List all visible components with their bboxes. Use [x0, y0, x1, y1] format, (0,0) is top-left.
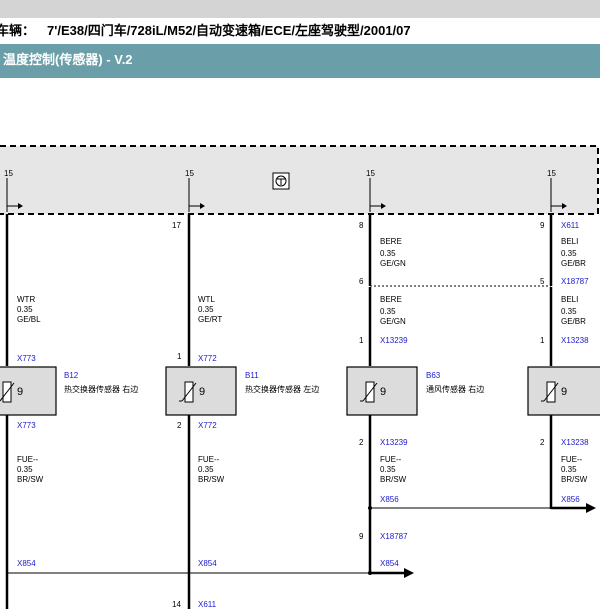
connector-label: X13239 [380, 438, 408, 447]
sensor-id: B11 [245, 371, 259, 380]
wiring-diagram: 15 15 15 15 WTR 0.35 GE/BL X773 9 B12 热交… [0, 145, 600, 609]
connector-label: X18787 [380, 532, 408, 541]
arrow-right-icon [586, 503, 596, 513]
connector-label: X772 [198, 354, 217, 363]
sensor-desc: 热交换器传感器 右边 [64, 384, 138, 394]
connector-label: X772 [198, 421, 217, 430]
arrow-right-icon [404, 568, 414, 578]
connector-label: X854 [17, 559, 36, 568]
pin-number: 2 [359, 438, 364, 447]
connector-label: X611 [198, 600, 217, 609]
wire-color: BR/SW [17, 475, 44, 484]
wire-size: 0.35 [561, 249, 577, 258]
wire-size: 0.35 [17, 305, 33, 314]
pin-label: 15 [185, 169, 194, 178]
connector-label: X854 [380, 559, 399, 568]
wire-size: 0.35 [561, 465, 577, 474]
pin-number: 9 [359, 532, 364, 541]
wire-color: BR/SW [380, 475, 407, 484]
connector-label: X13238 [561, 438, 589, 447]
connector-label: X773 [17, 421, 36, 430]
wire-name: FUE-- [561, 455, 583, 464]
wire-color: BR/SW [198, 475, 225, 484]
wire-name: BELI [561, 237, 578, 246]
wire-size: 0.35 [561, 307, 577, 316]
pin-number: 9 [540, 221, 545, 230]
sensor-id: B63 [426, 371, 441, 380]
wire-color: GE/RT [198, 315, 222, 324]
column-b64: 9 X611 BELI 0.35 GE/BR X18787 5 BELI 0.3… [527, 214, 600, 513]
wire-name: FUE-- [198, 455, 220, 464]
connector-label: X856 [380, 495, 399, 504]
connector-label: X856 [561, 495, 580, 504]
sensor-symbol: 9 [380, 386, 386, 398]
wire-name: FUE-- [380, 455, 402, 464]
pin-number: 1 [359, 336, 364, 345]
pin-number: 8 [359, 221, 364, 230]
wire-size: 0.35 [198, 305, 214, 314]
pin-number: 2 [540, 438, 545, 447]
wire-name: WTR [17, 295, 35, 304]
sensor-desc: 热交换器传感器 左边 [245, 384, 319, 394]
wire-color: GE/BL [17, 315, 41, 324]
wire-name: BERE [380, 237, 402, 246]
pin-label: 15 [547, 169, 556, 178]
wire-color: GE/BR [561, 259, 586, 268]
wire-name: BERE [380, 295, 402, 304]
column-b11: 17 WTL 0.35 GE/RT 1 X772 9 B11 热交换器传感器 左… [165, 214, 319, 609]
pin-number: 6 [359, 277, 364, 286]
column-b12: WTR 0.35 GE/BL X773 9 B12 热交换器传感器 右边 X77… [0, 214, 138, 609]
pin-number: 1 [540, 336, 545, 345]
pin-number: 1 [177, 352, 182, 361]
sensor-symbol: 9 [17, 386, 23, 398]
wire-name: BELI [561, 295, 578, 304]
connector-label: X611 [561, 221, 580, 230]
connector-label: X13239 [380, 336, 408, 345]
wire-color: GE/GN [380, 259, 406, 268]
sensor-desc: 通风传感器 右边 [426, 384, 484, 394]
wire-color: GE/GN [380, 317, 406, 326]
pin-label: 15 [366, 169, 375, 178]
wire-name: WTL [198, 295, 215, 304]
connector-label: X18787 [561, 277, 589, 286]
wire-size: 0.35 [17, 465, 33, 474]
wire-size: 0.35 [198, 465, 214, 474]
connector-label: X854 [198, 559, 217, 568]
pin-number: 2 [177, 421, 182, 430]
pin-number: 17 [172, 221, 181, 230]
pin-number: 5 [540, 277, 545, 286]
wire-color: GE/BR [561, 317, 586, 326]
wire-size: 0.35 [380, 465, 396, 474]
connector-label: X773 [17, 354, 36, 363]
module-ground-icon [272, 172, 290, 190]
sensor-symbol: 9 [561, 386, 567, 398]
control-module-box [0, 145, 599, 215]
wire-name: FUE-- [17, 455, 39, 464]
wire-size: 0.35 [380, 307, 396, 316]
connector-label: X13238 [561, 336, 589, 345]
wire-color: BR/SW [561, 475, 588, 484]
wire-size: 0.35 [380, 249, 396, 258]
pin-number: 14 [172, 600, 181, 609]
sensor-id: B12 [64, 371, 79, 380]
sensor-symbol: 9 [199, 386, 205, 398]
pin-label: 15 [4, 169, 13, 178]
column-b63: 8 BERE 0.35 GE/GN 6 BERE 0.35 GE/GN 1 X1… [7, 214, 551, 578]
